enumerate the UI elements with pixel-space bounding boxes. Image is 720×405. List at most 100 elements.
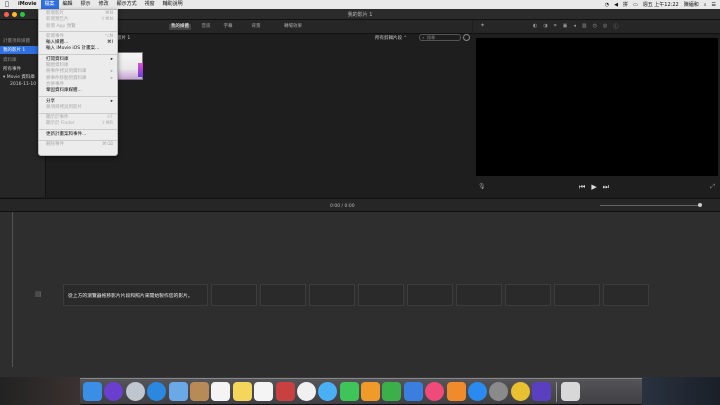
finder-icon[interactable] <box>83 382 102 401</box>
search-input[interactable]: ⌕ 搜尋 <box>419 34 461 41</box>
tab-transitions[interactable]: 轉場效果 <box>281 24 305 30</box>
zoom-slider-knob[interactable] <box>698 203 702 207</box>
zoom-slider[interactable] <box>600 203 702 207</box>
tab-titles[interactable]: 字幕 <box>219 24 237 30</box>
siri-icon[interactable] <box>104 382 124 401</box>
skip-forward-button[interactable]: ⏭ <box>603 183 609 192</box>
menu-separator <box>39 129 117 131</box>
chrome-icon[interactable] <box>510 382 530 401</box>
menu-help[interactable]: 輔助說明 <box>159 0 187 9</box>
system-preferences-icon[interactable] <box>489 382 509 401</box>
tab-my-media[interactable]: 我的媒體 <box>169 24 191 30</box>
menu-separator <box>39 31 117 33</box>
crop-icon[interactable]: ⌗ <box>554 23 557 30</box>
library-title: 影片 1 <box>117 36 131 41</box>
itunes-icon[interactable] <box>425 382 445 401</box>
magic-wand-icon[interactable]: ✦ <box>480 22 485 29</box>
user-name[interactable]: 陳緬和 <box>684 1 699 8</box>
file-menu-item-label: 新增預告片 <box>46 17 69 23</box>
dock-separator <box>555 381 557 402</box>
timeline-start-line <box>12 212 13 367</box>
spotlight-icon[interactable]: ⌕ <box>704 2 707 8</box>
file-menu-item: 刪除事件 ⌘⌫ <box>39 142 117 148</box>
file-menu-item-shortcut: ⌘⌫ <box>102 142 113 148</box>
file-menu-item[interactable]: 更新計畫案和事件... <box>39 132 117 138</box>
launchpad-icon[interactable] <box>125 382 145 401</box>
trash-icon[interactable] <box>560 382 580 401</box>
noise-reduction-icon[interactable]: ▥ <box>582 23 587 30</box>
timeline-placeholder <box>456 284 502 306</box>
imovie-icon[interactable] <box>532 382 552 401</box>
menu-separator <box>39 112 117 114</box>
timeline-empty-message: 從上方的瀏覽器拖移影片片段和照片來開始製作您的影片。 <box>68 294 193 299</box>
file-menu-item-label: 合併事件 <box>46 81 64 87</box>
file-menu-item-label: 輸入 iMovie iOS 計畫案... <box>46 46 100 52</box>
info-icon[interactable]: ⓘ <box>613 23 618 30</box>
speed-icon[interactable]: ◷ <box>593 23 597 30</box>
file-menu-item-label: 將事件拷貝到資料庫 <box>46 69 87 75</box>
timeline[interactable]: ▤ 從上方的瀏覽器拖移影片片段和照片來開始製作您的影片。 <box>0 212 720 377</box>
fullscreen-icon[interactable]: ⤢ <box>710 183 715 191</box>
photo-booth-icon[interactable] <box>275 382 295 401</box>
wifi-icon[interactable]: ◔ <box>605 2 609 8</box>
screen:  iMovie 檔案 編輯 標示 修改 顯示方式 視窗 輔助說明 ◔ ◀ 拼 … <box>0 0 720 405</box>
menu-separator <box>39 96 117 98</box>
menu-window[interactable]: 視窗 <box>141 0 159 9</box>
mail-icon[interactable] <box>168 382 188 401</box>
play-button[interactable]: ▶ <box>591 183 596 192</box>
volume-icon[interactable]: ◀ <box>614 2 618 8</box>
file-menu-item-label: 分享 <box>46 98 55 104</box>
file-menu-item-label: 將事件移動到資料庫 <box>46 75 87 81</box>
menu-imovie[interactable]: iMovie <box>14 0 41 9</box>
file-menu-item[interactable]: 鞏固資料庫媒體... <box>39 88 117 94</box>
browser-settings-icon[interactable] <box>463 34 470 41</box>
pages-icon[interactable] <box>361 382 381 401</box>
search-placeholder: 搜尋 <box>427 35 435 40</box>
video-viewer[interactable] <box>476 38 718 176</box>
tab-audio[interactable]: 音訊 <box>197 24 215 30</box>
skip-back-button[interactable]: ⏮ <box>579 183 585 192</box>
volume-icon[interactable]: ◂ <box>573 23 576 30</box>
messages-icon[interactable] <box>318 382 338 401</box>
keynote-icon[interactable] <box>403 382 423 401</box>
menu-view[interactable]: 顯示方式 <box>113 0 141 9</box>
safari-icon[interactable] <box>147 382 167 401</box>
battery-icon[interactable]: ▭ <box>633 2 638 8</box>
contacts-icon[interactable] <box>189 382 209 401</box>
filter-icon[interactable]: ◎ <box>603 23 607 30</box>
calendar-icon[interactable] <box>211 382 231 401</box>
menu-file[interactable]: 檔案 <box>40 0 59 9</box>
file-menu-item-label: 更新計畫案和事件... <box>46 131 87 137</box>
app-store-icon[interactable] <box>468 382 488 401</box>
input-method-icon[interactable]: 拼 <box>623 1 628 8</box>
facetime-icon[interactable] <box>339 382 359 401</box>
clip-filter-dropdown[interactable]: 所有剪輯片段 ⌃ <box>375 35 407 41</box>
color-balance-icon[interactable]: ◐ <box>533 23 537 30</box>
microphone-icon[interactable]: 🎙 <box>478 183 486 190</box>
file-menu-item: 新增 App 預覽 <box>39 24 117 30</box>
numbers-icon[interactable] <box>382 382 402 401</box>
apple-menu-icon[interactable]:  <box>0 1 14 8</box>
notification-center-icon[interactable]: ☰ <box>712 2 716 8</box>
menubar-status: ◔ ◀ 拼 ▭ 週五 上午12:22 陳緬和 ⌕ ☰ <box>605 0 716 9</box>
clip-thumbnail[interactable] <box>115 52 143 80</box>
file-menu-item-label: 顯示於事件 <box>46 115 69 121</box>
timeline-placeholder <box>407 284 453 306</box>
menu-modify[interactable]: 修改 <box>95 0 113 9</box>
menu-mark[interactable]: 標示 <box>77 0 95 9</box>
reminders-icon[interactable] <box>254 382 274 401</box>
file-menu-item-label: 新增影片 <box>46 11 64 16</box>
viewer-controls: 🎙 ⏮ ▶ ⏭ ⤢ <box>473 178 720 197</box>
ibooks-icon[interactable] <box>446 382 466 401</box>
clock[interactable]: 週五 上午12:22 <box>643 1 679 8</box>
menu-edit[interactable]: 編輯 <box>59 0 77 9</box>
notes-icon[interactable] <box>232 382 252 401</box>
file-menu-item: 將項目拷貝到影片 <box>39 105 117 111</box>
stabilization-icon[interactable]: ▣ <box>563 23 568 30</box>
photos-icon[interactable] <box>296 382 316 401</box>
file-menu-item-label: 刪除事件 <box>46 142 64 148</box>
color-correction-icon[interactable]: ◑ <box>543 23 547 30</box>
file-menu-item-label: 顯示於 Finder <box>46 121 75 127</box>
tab-backgrounds[interactable]: 背景 <box>247 24 265 30</box>
file-menu-item[interactable]: 輸入 iMovie iOS 計畫案... <box>39 46 117 52</box>
